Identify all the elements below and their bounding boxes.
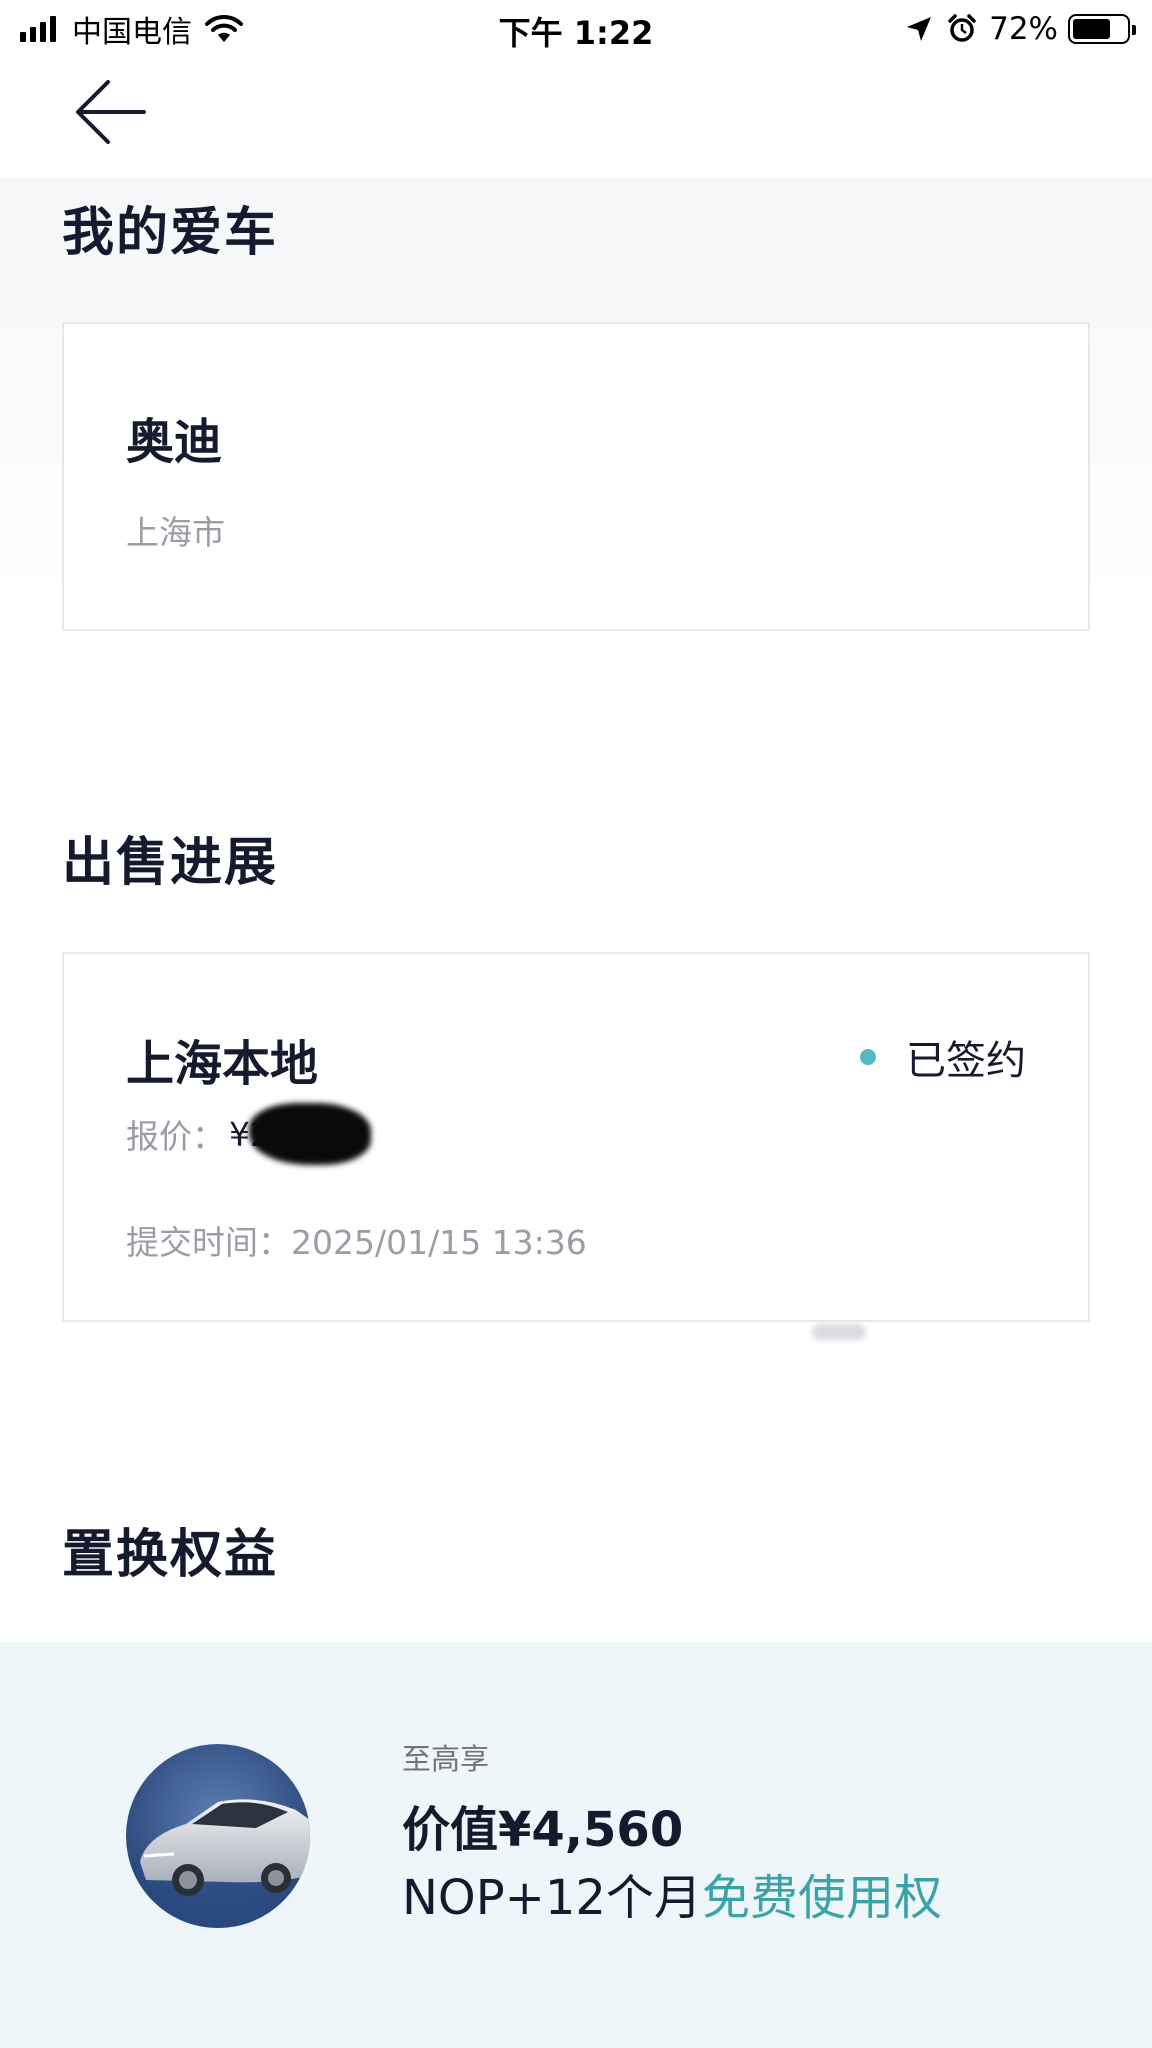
status-bar-right: 72%: [905, 10, 1136, 48]
price-label: 报价：: [126, 1117, 225, 1156]
car-thumbnail-image: [126, 1744, 310, 1928]
car-brand: 奥迪: [126, 414, 223, 470]
sale-channel: 上海本地: [126, 1036, 319, 1092]
nav-bar: [0, 58, 1152, 178]
section-title-sale-progress: 出售进展: [62, 833, 279, 893]
section-title-my-car: 我的爱车: [62, 203, 279, 263]
status-text: 已签约: [906, 1038, 1026, 1084]
alarm-clock-icon: [948, 14, 976, 42]
battery-level: [1073, 19, 1111, 39]
price-row: 报价： ¥2**00: [126, 1102, 371, 1165]
submit-time-row: 提交时间：2025/01/15 13:36: [126, 1216, 587, 1264]
benefit-desc-highlight: 免费使用权: [701, 1870, 942, 1926]
arrow-left-icon: [76, 80, 146, 144]
sale-progress-card[interactable]: 上海本地 已签约 报价： ¥2**00 提交时间：2025/01/15 13:3…: [62, 952, 1090, 1322]
battery-percent: 72%: [989, 11, 1058, 47]
my-car-card[interactable]: 奥迪 上海市: [62, 322, 1090, 631]
price-value: ¥2**00: [229, 1102, 371, 1165]
benefit-description: NOP+12个月免费使用权: [402, 1858, 942, 1928]
back-button[interactable]: [72, 72, 152, 152]
car-city: 上海市: [126, 513, 225, 552]
benefit-desc-plain: NOP+12个月: [402, 1870, 702, 1926]
submit-time-value: 2025/01/15 13:36: [291, 1223, 587, 1262]
submit-time-label: 提交时间：: [126, 1223, 291, 1262]
status-bar: 中国电信 下午 1:22 72%: [0, 0, 1152, 58]
location-arrow-icon: [907, 17, 932, 41]
scroll-indicator: [812, 1324, 866, 1340]
redaction-mark: [249, 1102, 371, 1165]
battery-icon: [1068, 14, 1136, 44]
status-badge: 已签约: [860, 1028, 1026, 1086]
benefit-value: 价值¥4,560: [402, 1802, 684, 1858]
section-title-trade-in: 置换权益: [62, 1525, 279, 1585]
benefit-prefix: 至高享: [402, 1742, 490, 1776]
status-dot: [860, 1049, 876, 1065]
